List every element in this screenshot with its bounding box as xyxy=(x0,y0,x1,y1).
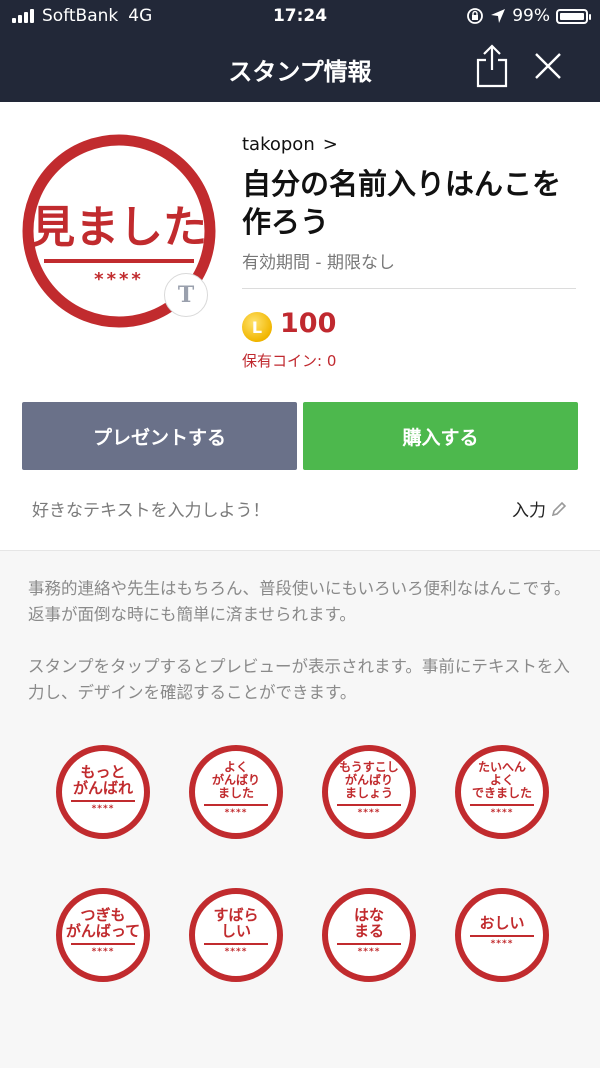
author-badge: T xyxy=(164,273,208,317)
stamp-stars: **** xyxy=(224,807,248,818)
stamp-item[interactable]: もうすこし がんばり ましょう **** xyxy=(322,745,416,839)
custom-text-prompt: 好きなテキストを入力しよう！ xyxy=(32,501,270,521)
stamp-divider xyxy=(470,935,534,937)
stamp-item[interactable]: もっと がんばれ **** xyxy=(56,745,150,839)
stamp-item[interactable]: すばら しい **** xyxy=(189,888,283,982)
stamp-item[interactable]: よく がんばり ました **** xyxy=(189,745,283,839)
stamp-text: すばら しい xyxy=(213,906,259,940)
stamp-text: よく がんばり ました xyxy=(211,759,260,800)
stamp-divider xyxy=(71,800,135,802)
input-label: 入力 xyxy=(512,501,546,521)
status-bar: SoftBank 4G 17:24 99% xyxy=(0,0,600,34)
price: 100 xyxy=(280,308,337,339)
stamp-divider xyxy=(337,943,401,945)
stamp-stars: **** xyxy=(357,947,381,957)
stamp-item[interactable]: つぎも がんばって **** xyxy=(56,888,150,982)
stamp-text: おしい xyxy=(479,914,525,932)
product-title: 自分の名前入りはんこを作ろう xyxy=(242,167,562,239)
stamp-stars: **** xyxy=(357,807,381,818)
battery-percent: 99% xyxy=(512,6,550,26)
chevron-right-icon: > xyxy=(322,134,338,155)
rotation-lock-icon xyxy=(467,8,484,24)
battery-icon xyxy=(556,8,591,24)
owned-coins: 保有コイン: 0 xyxy=(242,352,337,370)
close-icon[interactable] xyxy=(528,46,568,86)
stamp-stars: **** xyxy=(490,807,514,818)
share-icon[interactable] xyxy=(470,42,514,88)
pencil-icon xyxy=(551,501,567,516)
nav-bar: スタンプ情報 xyxy=(0,34,600,102)
stamp-item[interactable]: はな まる **** xyxy=(322,888,416,982)
stamp-stars: **** xyxy=(490,939,514,949)
buy-button[interactable]: 購入する xyxy=(303,402,578,470)
stamp-text: もっと がんばれ xyxy=(72,763,133,797)
stamp-item[interactable]: おしい **** xyxy=(455,888,549,982)
main-stamp-text: 見ました xyxy=(31,202,207,253)
preview-hint-text: スタンプをタップするとプレビューが表示されます。事前にテキストを入力し、デザイン… xyxy=(28,657,570,702)
coin-icon: L xyxy=(242,312,272,342)
present-button[interactable]: プレゼントする xyxy=(22,402,297,470)
stamp-divider xyxy=(204,943,268,945)
stamp-divider xyxy=(71,943,135,945)
stamp-divider xyxy=(204,803,268,806)
location-icon xyxy=(491,9,506,23)
battery-fill xyxy=(560,12,584,20)
author-link[interactable]: takopon > xyxy=(242,134,338,155)
stamp-text: もうすこし がんばり ましょう xyxy=(339,759,399,800)
author-name: takopon xyxy=(242,134,315,155)
stamp-stars: **** xyxy=(91,804,115,814)
divider xyxy=(242,288,576,289)
description-text: 事務的連絡や先生はもちろん、普段使いにもいろいろ便利なはんこです。返事が面倒な時… xyxy=(28,579,571,624)
stamp-text: たいへん よく できました xyxy=(471,759,532,800)
stamp-divider xyxy=(470,803,534,806)
stamp-item[interactable]: たいへん よく できました **** xyxy=(455,745,549,839)
stamp-stars: **** xyxy=(91,947,115,957)
validity-period: 有効期間 - 期限なし xyxy=(242,253,395,273)
stamp-stars: **** xyxy=(224,947,248,957)
input-button[interactable]: 入力 xyxy=(512,496,568,521)
stamp-text: はな まる xyxy=(353,906,384,940)
main-stamp-stars: **** xyxy=(94,269,144,290)
stamp-divider xyxy=(337,803,401,806)
app-header: SoftBank 4G 17:24 99% スタンプ情報 xyxy=(0,0,600,102)
status-right: 99% xyxy=(466,6,591,26)
stamp-text: つぎも がんばって xyxy=(65,906,141,940)
